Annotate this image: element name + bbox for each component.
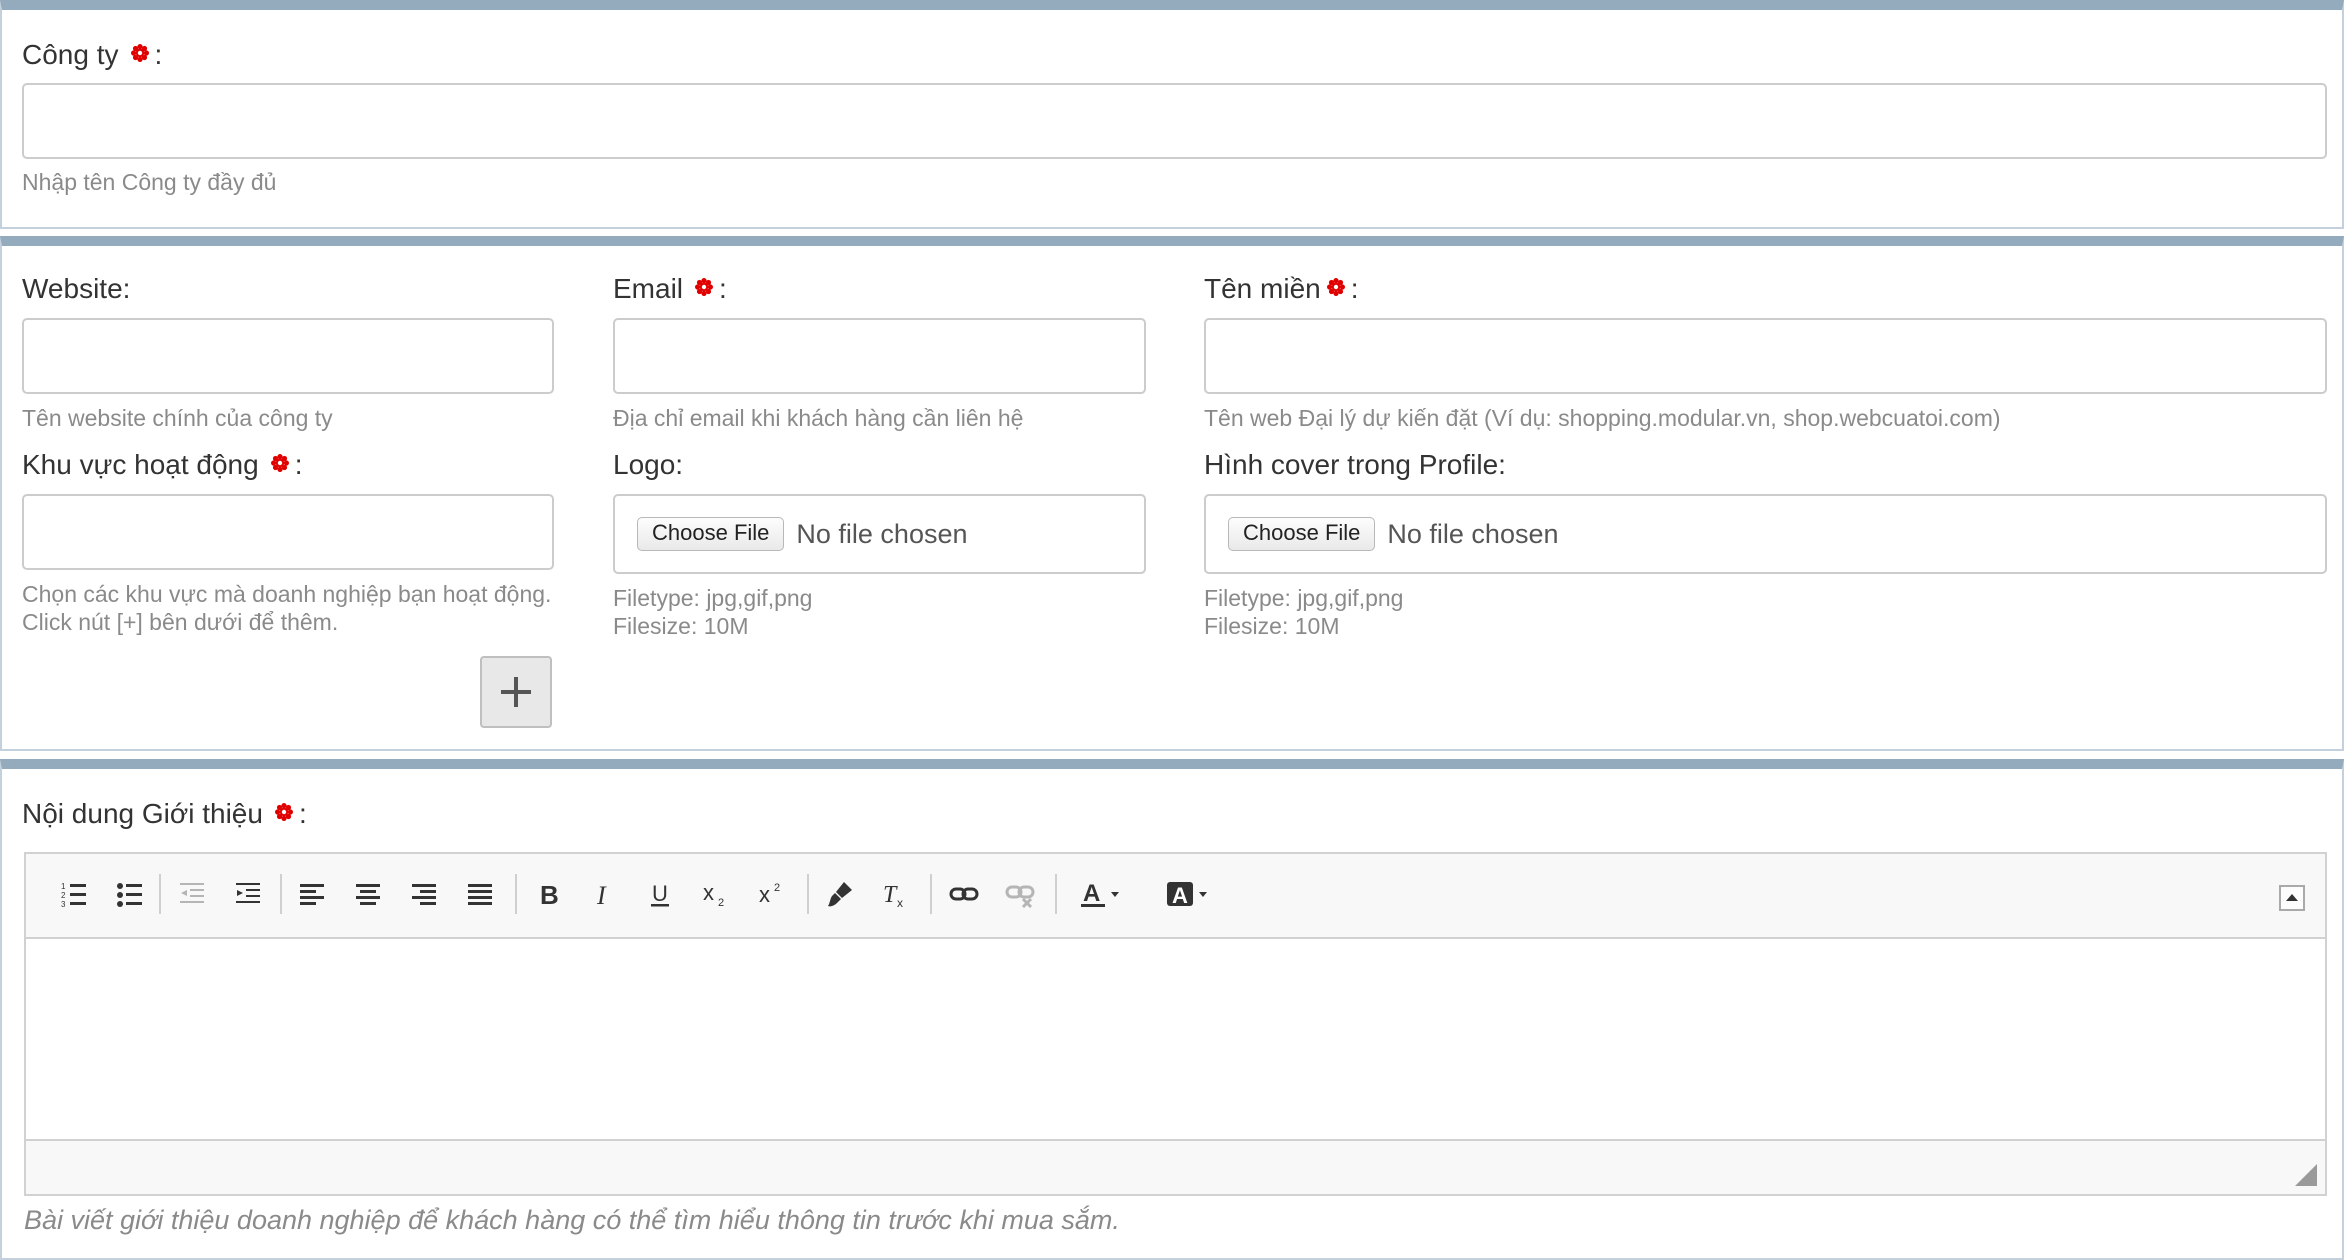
- domain-help: Tên web Đại lý dự kiến đặt (Ví dụ: shopp…: [1204, 405, 2001, 431]
- svg-text:2: 2: [774, 882, 780, 894]
- logo-filetype: Filetype: jpg,gif,png: [613, 585, 813, 611]
- domain-input[interactable]: [1204, 318, 2327, 394]
- numbered-list-icon[interactable]: 1 2 3: [54, 874, 94, 914]
- domain-label: Tên miền:: [1204, 273, 1359, 304]
- website-help: Tên website chính của công ty: [22, 405, 333, 431]
- bold-icon[interactable]: B: [528, 874, 568, 914]
- resize-handle-icon[interactable]: [2295, 1164, 2317, 1186]
- region-label: Khu vực hoạt động:: [22, 449, 303, 480]
- toolbar-separator: [930, 874, 932, 914]
- underline-icon[interactable]: U: [640, 874, 680, 914]
- website-input[interactable]: [22, 318, 554, 394]
- company-label: Công ty:: [22, 39, 163, 70]
- remove-format-icon[interactable]: T x: [876, 874, 916, 914]
- email-help: Địa chỉ email khi khách hàng cần liên hệ: [613, 405, 1024, 431]
- logo-file-status: No file chosen: [796, 518, 968, 549]
- plus-icon: [501, 677, 531, 707]
- email-input[interactable]: [613, 318, 1146, 394]
- svg-text:U: U: [652, 881, 668, 906]
- toolbar-separator: [280, 874, 282, 914]
- cover-label: Hình cover trong Profile:: [1204, 449, 1506, 480]
- intro-label: Nội dung Giới thiệu:: [22, 798, 307, 829]
- svg-text:2: 2: [718, 897, 724, 908]
- editor-toolbar: 1 2 3 B I U x 2 x 2 T x A A: [26, 854, 2325, 939]
- toolbar-separator: [159, 874, 161, 914]
- cover-choose-file-button[interactable]: Choose File: [1228, 517, 1376, 551]
- outdent-icon[interactable]: [172, 874, 212, 914]
- svg-text:I: I: [596, 881, 607, 908]
- bulleted-list-icon[interactable]: [110, 874, 150, 914]
- svg-text:3: 3: [61, 900, 66, 908]
- link-icon[interactable]: [944, 874, 984, 914]
- required-asterisk-icon: [1326, 278, 1345, 296]
- cover-file-input[interactable]: Choose File No file chosen: [1204, 494, 2327, 574]
- region-help-line2: Click nút [+] bên dưới để thêm.: [22, 609, 339, 635]
- text-color-icon[interactable]: A: [1068, 874, 1138, 914]
- logo-filesize: Filesize: 10M: [613, 613, 749, 639]
- required-asterisk-icon: [130, 44, 149, 62]
- svg-text:T: T: [883, 882, 898, 908]
- editor-content-area[interactable]: [26, 937, 2325, 1141]
- italic-icon[interactable]: I: [584, 874, 624, 914]
- svg-text:B: B: [540, 880, 559, 908]
- required-asterisk-icon: [270, 454, 289, 472]
- toolbar-separator: [1055, 874, 1057, 914]
- intro-panel: Nội dung Giới thiệu: 1 2 3 B I U x 2 x 2…: [0, 759, 2344, 1260]
- svg-text:x: x: [897, 896, 903, 908]
- editor-status-bar: [26, 1139, 2325, 1194]
- svg-text:x: x: [703, 880, 714, 905]
- svg-text:A: A: [1083, 880, 1100, 907]
- align-center-icon[interactable]: [348, 874, 388, 914]
- toolbar-separator: [807, 874, 809, 914]
- company-help: Nhập tên Công ty đầy đủ: [22, 169, 277, 195]
- subscript-icon[interactable]: x 2: [696, 874, 736, 914]
- company-input[interactable]: [22, 83, 2327, 159]
- align-justify-icon[interactable]: [460, 874, 500, 914]
- region-help-line1: Chọn các khu vực mà doanh nghiệp bạn hoạ…: [22, 581, 552, 607]
- required-asterisk-icon: [274, 803, 293, 821]
- add-region-button[interactable]: [480, 656, 552, 728]
- toolbar-separator: [515, 874, 517, 914]
- required-asterisk-icon: [695, 278, 714, 296]
- svg-text:x: x: [759, 882, 770, 907]
- cover-file-status: No file chosen: [1387, 518, 1559, 549]
- svg-text:2: 2: [61, 891, 66, 900]
- indent-icon[interactable]: [228, 874, 268, 914]
- region-input[interactable]: [22, 494, 554, 570]
- rich-text-editor: 1 2 3 B I U x 2 x 2 T x A A: [24, 852, 2327, 1196]
- website-label: Website:: [22, 273, 131, 304]
- email-label: Email:: [613, 273, 727, 304]
- superscript-icon[interactable]: x 2: [752, 874, 792, 914]
- align-left-icon[interactable]: [292, 874, 332, 914]
- logo-choose-file-button[interactable]: Choose File: [637, 517, 785, 551]
- logo-file-input[interactable]: Choose File No file chosen: [613, 494, 1146, 574]
- details-panel: Website: Tên website chính của công ty E…: [0, 236, 2344, 751]
- collapse-toolbar-button[interactable]: [2278, 884, 2306, 912]
- unlink-icon[interactable]: [1000, 874, 1040, 914]
- copy-formatting-brush-icon[interactable]: [820, 874, 860, 914]
- cover-filesize: Filesize: 10M: [1204, 613, 1340, 639]
- svg-text:1: 1: [61, 882, 66, 891]
- svg-text:A: A: [1172, 883, 1188, 908]
- logo-label: Logo:: [613, 449, 684, 480]
- cover-filetype: Filetype: jpg,gif,png: [1204, 585, 1404, 611]
- intro-help: Bài viết giới thiệu doanh nghiệp để khác…: [24, 1205, 1120, 1235]
- background-color-icon[interactable]: A: [1154, 874, 1224, 914]
- align-right-icon[interactable]: [404, 874, 444, 914]
- company-panel: Công ty: Nhập tên Công ty đầy đủ: [0, 0, 2344, 229]
